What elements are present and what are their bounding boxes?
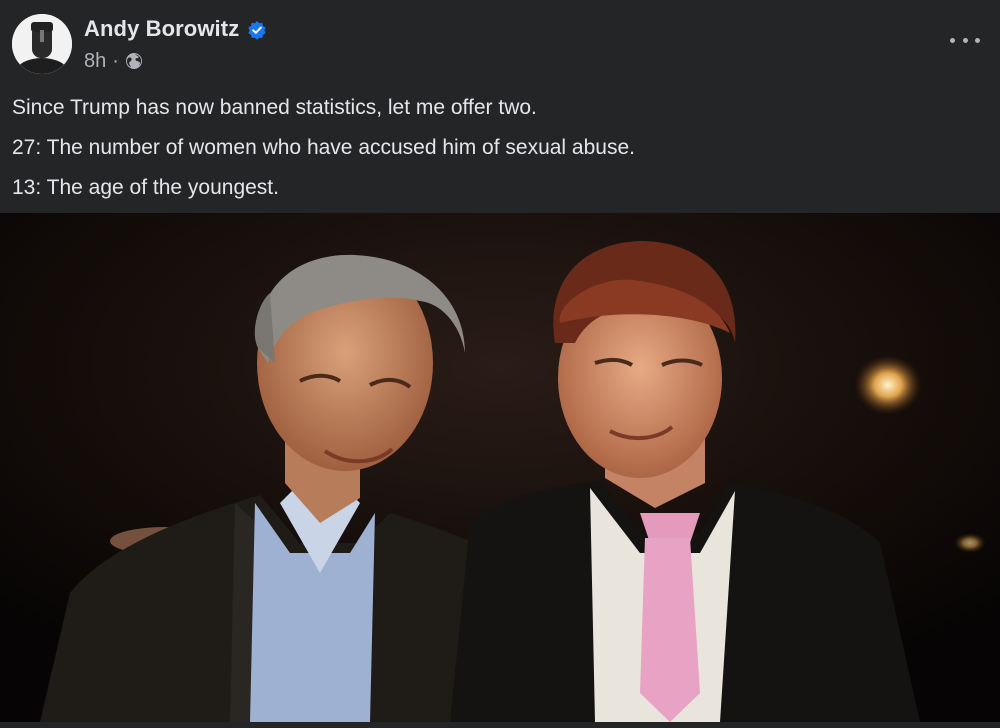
- more-options-icon-dot: [975, 37, 980, 43]
- author-name[interactable]: Andy Borowitz: [84, 16, 239, 42]
- more-options-icon-dot: [962, 37, 968, 43]
- globe-icon[interactable]: [125, 52, 143, 70]
- post-text-line: 27: The number of women who have accused…: [12, 136, 635, 159]
- more-options-button[interactable]: [950, 30, 980, 50]
- meta-separator: ·: [112, 49, 119, 72]
- post-header: Andy Borowitz 8h ·: [0, 0, 1000, 88]
- post-text: Since Trump has now banned statistics, l…: [12, 88, 972, 208]
- author-avatar[interactable]: [12, 14, 72, 74]
- post-text-line: Since Trump has now banned statistics, l…: [12, 96, 537, 119]
- post-timestamp[interactable]: 8h: [84, 50, 106, 73]
- more-options-icon-dot: [950, 37, 955, 43]
- post-meta: 8h ·: [84, 48, 143, 74]
- post-footer-divider: [0, 722, 1000, 728]
- post-photo[interactable]: [0, 213, 1000, 722]
- post-photo-image: [0, 213, 1000, 722]
- avatar-image: [12, 14, 72, 74]
- post-text-line: 13: The age of the youngest.: [12, 176, 279, 199]
- verified-badge-icon: [248, 21, 266, 40]
